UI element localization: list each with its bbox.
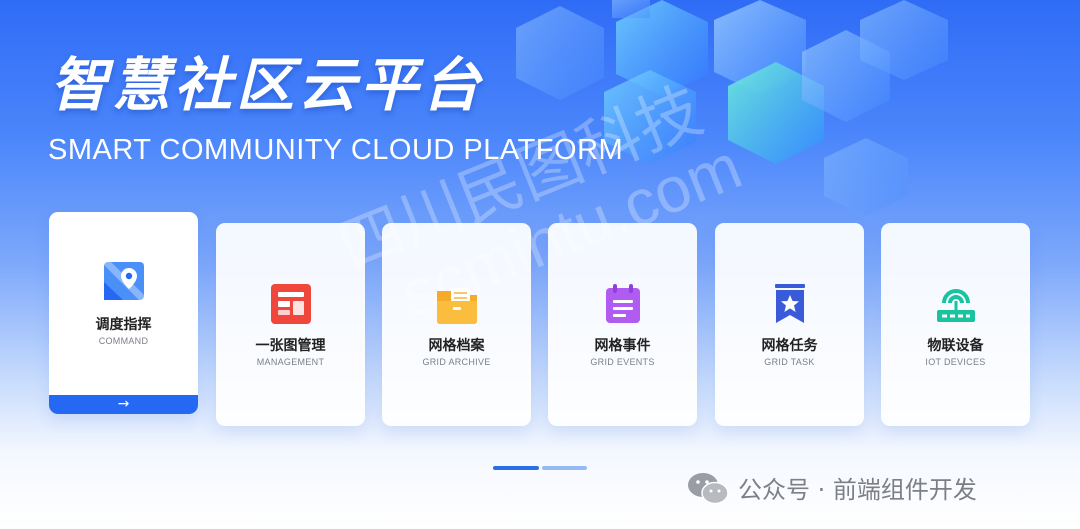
star-badge-icon xyxy=(775,284,805,323)
card-command[interactable]: 调度指挥 COMMAND → xyxy=(49,212,198,414)
card-label: 网格档案 xyxy=(428,338,485,354)
arrow-right-icon: → xyxy=(117,396,130,412)
map-pin-icon xyxy=(104,262,144,300)
card-sublabel: COMMAND xyxy=(98,336,149,346)
card-grid-task[interactable]: 网格任务 GRID TASK xyxy=(715,223,864,426)
card-iot-devices[interactable]: 物联设备 IOT DEVICES xyxy=(881,223,1030,426)
card-management[interactable]: 一张图管理 MANAGEMENT xyxy=(216,223,365,426)
card-label: 一张图管理 xyxy=(255,338,326,354)
card-label: 物联设备 xyxy=(927,338,984,354)
card-grid-events[interactable]: 网格事件 GRID EVENTS xyxy=(548,223,697,426)
card-sublabel: GRID TASK xyxy=(764,357,815,367)
card-sublabel: GRID ARCHIVE xyxy=(422,357,491,367)
card-enter-button[interactable]: → xyxy=(49,395,198,414)
pagination-dot-1[interactable] xyxy=(493,466,539,470)
card-label: 网格事件 xyxy=(594,338,651,354)
router-icon xyxy=(937,289,975,322)
page-title: 智慧社区云平台 xyxy=(50,51,485,119)
footer-credit: 公众号 · 前端组件开发 xyxy=(686,470,977,505)
card-sublabel: IOT DEVICES xyxy=(925,357,986,367)
banner: 智慧社区云平台 SMART COMMUNITY CLOUD PLATFORM 四… xyxy=(0,0,1080,529)
card-label: 网格任务 xyxy=(761,338,818,354)
wechat-icon xyxy=(688,472,729,504)
pagination-dot-2[interactable] xyxy=(542,466,587,470)
folder-icon xyxy=(437,288,477,324)
calendar-icon xyxy=(606,284,640,323)
footer-text: 公众号 · 前端组件开发 xyxy=(738,476,977,504)
card-grid-archive[interactable]: 网格档案 GRID ARCHIVE xyxy=(382,223,531,426)
card-sublabel: MANAGEMENT xyxy=(256,357,325,367)
card-label: 调度指挥 xyxy=(95,317,152,333)
card-sublabel: GRID EVENTS xyxy=(590,357,655,367)
dashboard-icon xyxy=(271,284,311,324)
page-subtitle: SMART COMMUNITY CLOUD PLATFORM xyxy=(48,134,624,166)
